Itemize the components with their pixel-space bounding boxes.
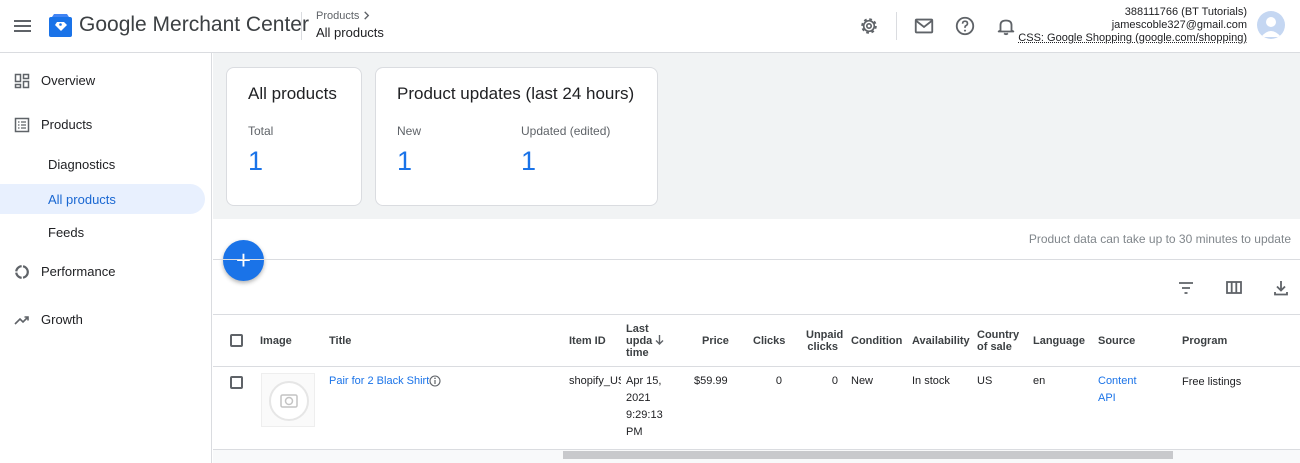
image-placeholder-icon — [269, 381, 309, 421]
account-css: CSS: Google Shopping (google.com/shoppin… — [1018, 32, 1247, 44]
product-updates-card: Product updates (last 24 hours) New 1 Up… — [375, 67, 658, 206]
total-value[interactable]: 1 — [248, 146, 263, 177]
update-delay-note: Product data can take up to 30 minutes t… — [1028, 232, 1291, 246]
plus-icon: + — [235, 245, 252, 275]
nav-diagnostics-label: Diagnostics — [48, 157, 116, 172]
source-link[interactable]: Content API — [1098, 373, 1137, 407]
nav-feeds-label: Feeds — [48, 225, 85, 240]
help-icon[interactable] — [954, 15, 976, 37]
merchant-center-logo — [49, 14, 72, 37]
column-header-image: Image — [260, 335, 292, 347]
account-email: jamescoble327@gmail.com — [1111, 19, 1247, 31]
app-header: Google Merchant Center Products All prod… — [0, 0, 1300, 53]
column-header-last-update[interactable]: Last upda time — [626, 323, 652, 359]
column-header-title[interactable]: Title — [329, 335, 351, 347]
column-header-condition[interactable]: Condition — [851, 335, 902, 347]
availability-cell: In stock — [912, 375, 950, 387]
info-icon[interactable] — [429, 375, 441, 387]
nav-growth[interactable]: Growth — [0, 305, 212, 335]
updated-label: Updated (edited) — [521, 124, 611, 138]
nav-diagnostics[interactable]: Diagnostics — [0, 149, 205, 179]
add-product-button[interactable]: + — [223, 240, 264, 281]
column-header-item-id[interactable]: Item ID — [569, 335, 606, 347]
all-products-card: All products Total 1 — [226, 67, 362, 206]
account-switcher[interactable]: 388111766 (BT Tutorials) jamescoble327@g… — [1018, 6, 1247, 45]
user-avatar[interactable] — [1257, 11, 1285, 39]
column-header-availability[interactable]: Availability — [912, 335, 970, 347]
breadcrumb-parent[interactable]: Products — [316, 10, 371, 22]
nav-performance-label: Performance — [41, 264, 116, 279]
left-nav: Overview Products Diagnostics All produc… — [0, 53, 212, 463]
column-header-program[interactable]: Program — [1182, 335, 1227, 347]
item-id-cell: shopify_US — [569, 375, 621, 387]
country-cell: US — [977, 375, 993, 387]
horizontal-scrollbar-thumb[interactable] — [563, 451, 1173, 459]
filter-icon[interactable] — [1176, 278, 1196, 298]
sort-descending-arrow-icon[interactable] — [654, 334, 665, 346]
main-menu-button[interactable] — [8, 12, 36, 40]
nav-overview[interactable]: Overview — [0, 66, 212, 96]
settings-gear-icon[interactable] — [858, 15, 880, 37]
column-header-source[interactable]: Source — [1098, 335, 1135, 347]
column-header-clicks[interactable]: Clicks — [753, 335, 785, 347]
program-cell: Free listings — [1182, 376, 1242, 388]
clicks-cell: 0 — [775, 375, 782, 387]
new-label: New — [397, 124, 422, 138]
column-header-language[interactable]: Language — [1033, 335, 1085, 347]
new-value[interactable]: 1 — [397, 146, 412, 177]
mail-icon[interactable] — [913, 15, 935, 37]
column-header-price[interactable]: Price — [702, 335, 729, 347]
nav-overview-label: Overview — [41, 73, 96, 88]
last-update-cell: Apr 15, 2021 9:29:13 PM — [626, 375, 663, 438]
product-title-link[interactable]: Pair for 2 Black Shirt — [329, 373, 429, 390]
app-brand-name: Google Merchant Center — [79, 13, 309, 36]
header-icon-divider — [896, 12, 897, 40]
donut-chart-icon — [15, 265, 29, 279]
nav-products-label: Products — [41, 117, 93, 132]
avatar-person-icon — [1261, 17, 1281, 37]
account-id: 388111766 (BT Tutorials) — [1124, 6, 1247, 18]
table-header-divider — [213, 366, 1300, 367]
product-thumbnail[interactable] — [261, 373, 315, 427]
column-header-unpaid-clicks[interactable]: Unpaid clicks — [806, 329, 843, 353]
row-select-checkbox[interactable] — [230, 376, 243, 389]
list-icon — [14, 117, 30, 133]
nav-performance[interactable]: Performance — [0, 257, 212, 287]
breadcrumb-current: All products — [316, 25, 384, 40]
nav-all-products[interactable]: All products — [0, 184, 205, 214]
nav-products[interactable]: Products — [0, 110, 212, 140]
dashboard-icon — [14, 73, 30, 89]
download-icon[interactable] — [1271, 278, 1291, 298]
notifications-bell-icon[interactable] — [995, 15, 1017, 37]
updated-value[interactable]: 1 — [521, 146, 536, 177]
toolbar-divider — [213, 259, 1300, 260]
header-divider — [301, 12, 302, 40]
columns-icon[interactable] — [1224, 278, 1244, 298]
price-cell: $59.99 — [694, 375, 728, 387]
select-all-checkbox[interactable] — [230, 334, 243, 347]
column-header-country-of-sale[interactable]: Country of sale — [977, 329, 1019, 353]
nav-feeds[interactable]: Feeds — [0, 217, 205, 247]
condition-cell: New — [851, 375, 874, 387]
nav-growth-label: Growth — [41, 312, 83, 327]
trending-up-icon — [14, 316, 29, 325]
total-label: Total — [248, 124, 274, 138]
all-products-card-title: All products — [248, 84, 337, 103]
unpaid-clicks-cell: 0 — [831, 375, 838, 387]
table-top-divider — [213, 314, 1300, 315]
chevron-right-icon — [364, 11, 370, 20]
language-cell: en — [1033, 375, 1046, 387]
nav-all-products-label: All products — [48, 192, 116, 207]
product-updates-card-title: Product updates (last 24 hours) — [397, 84, 635, 103]
